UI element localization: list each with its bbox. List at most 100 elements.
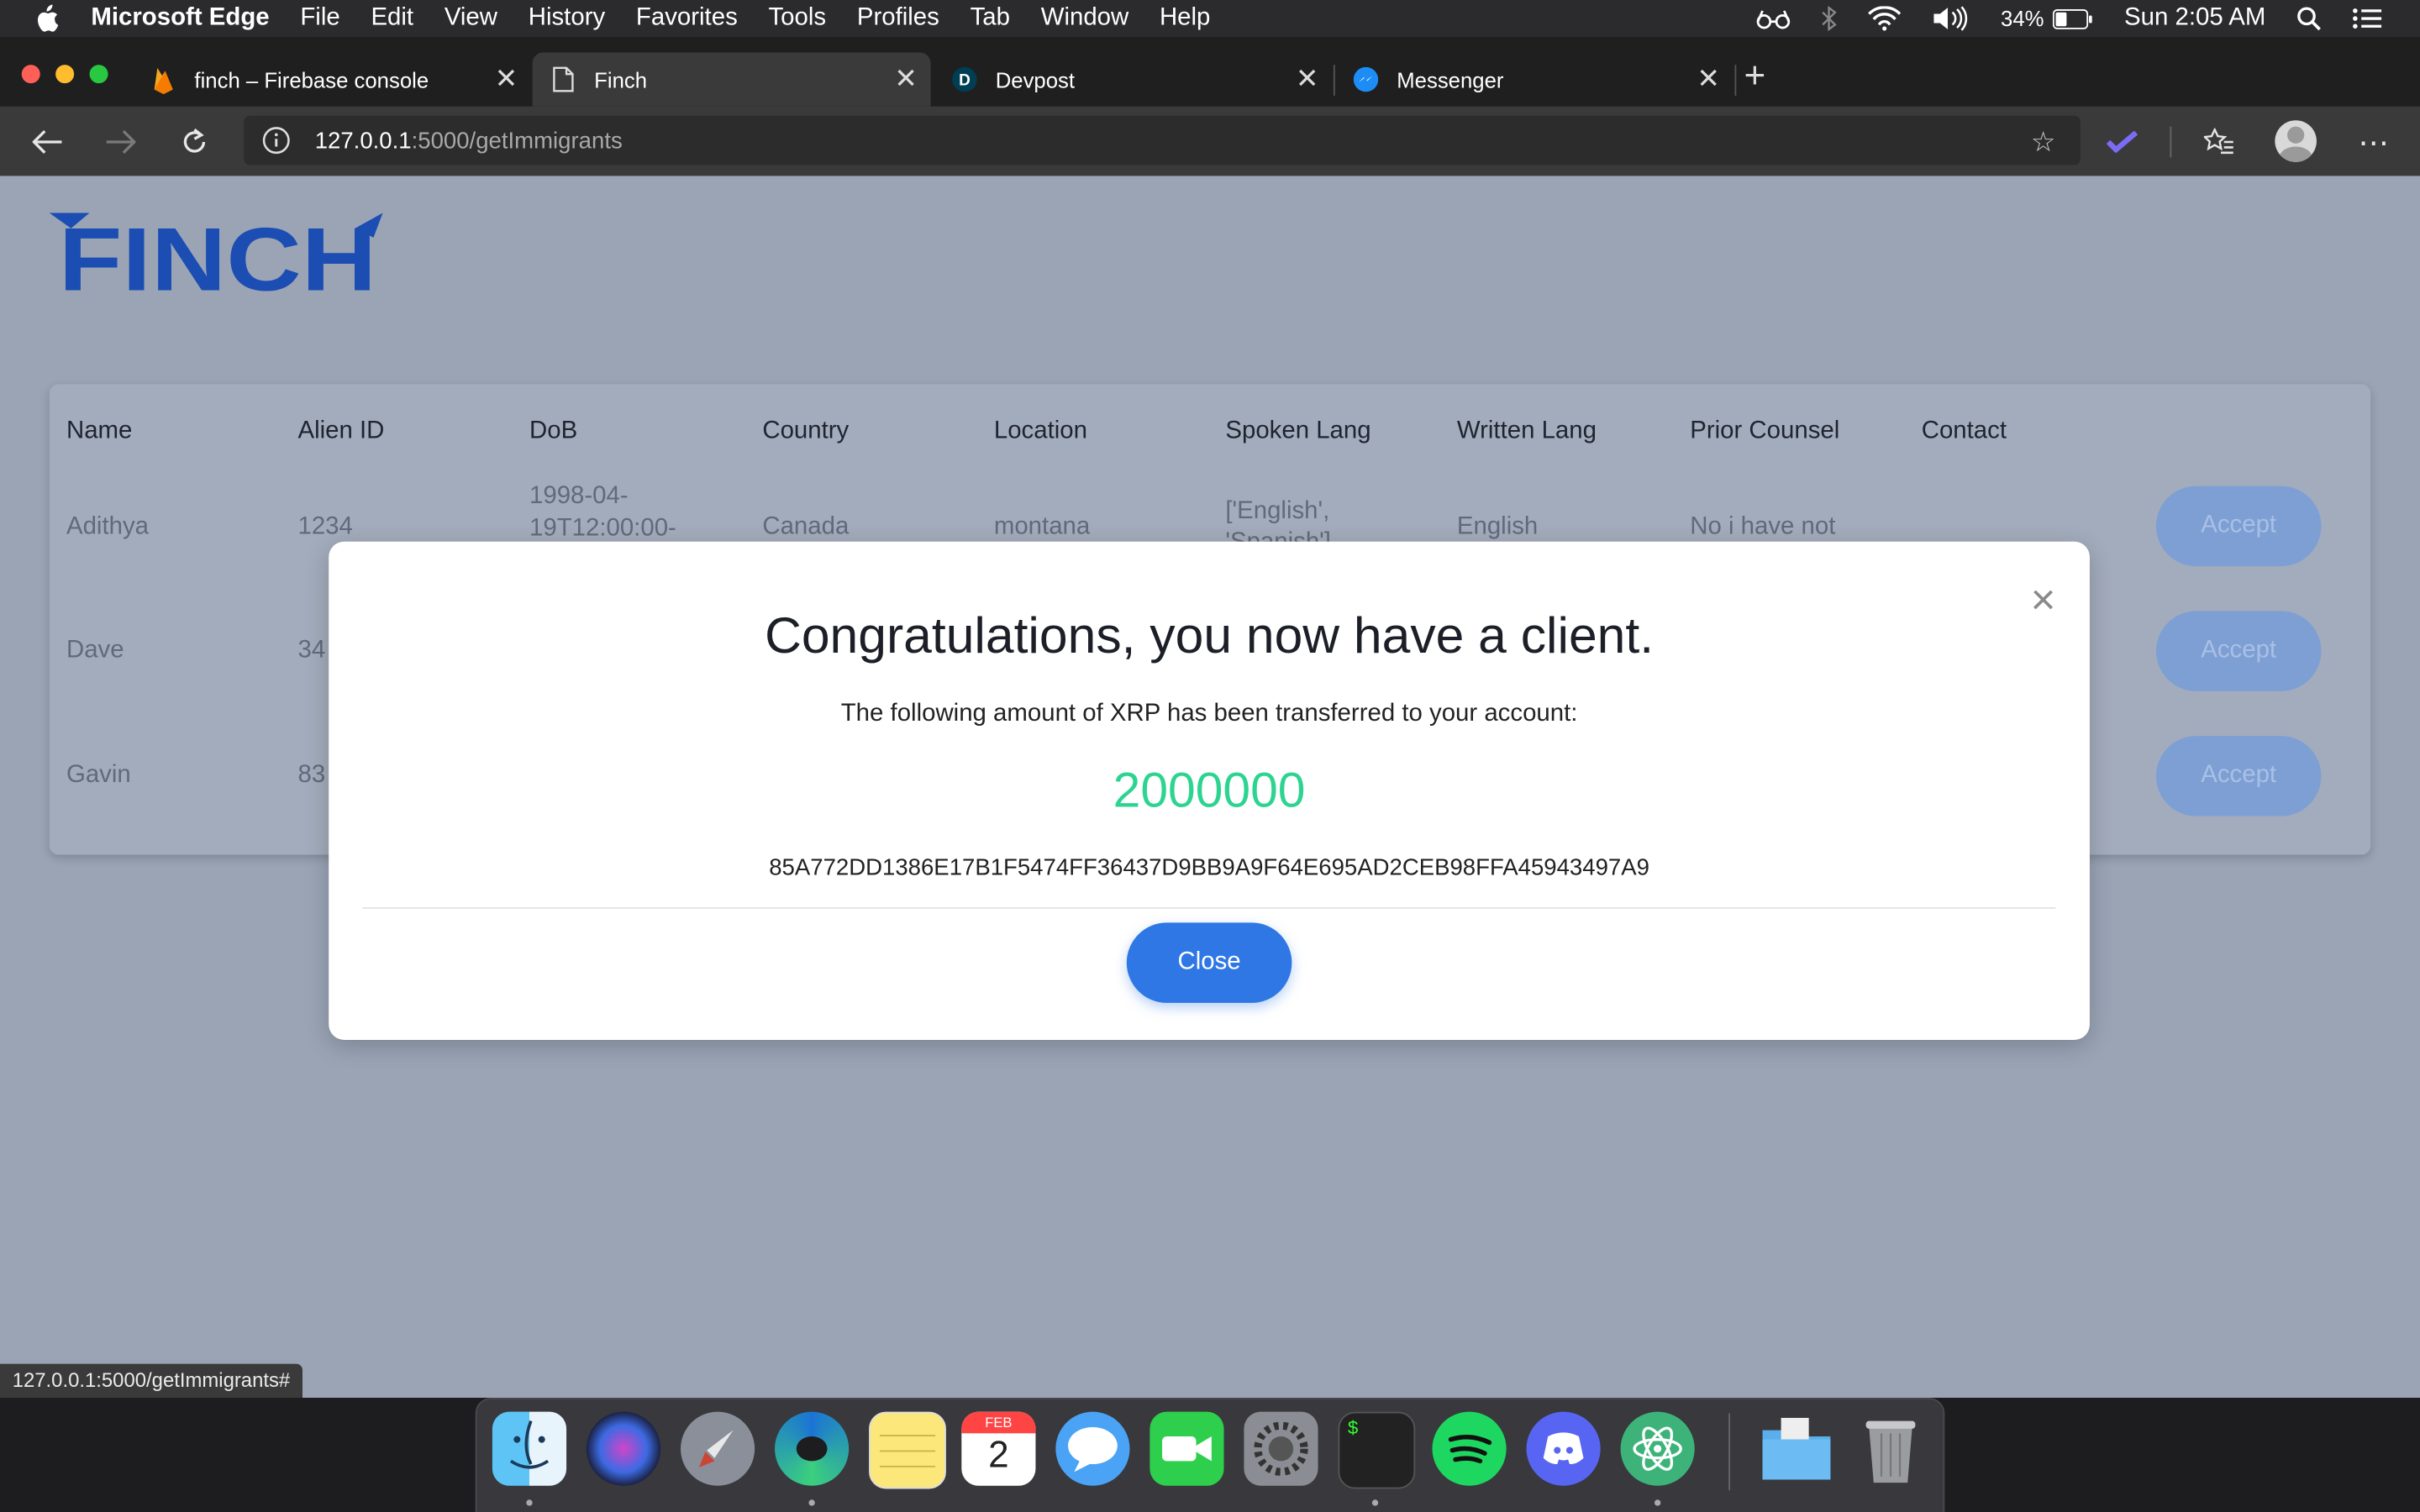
menu-help[interactable]: Help — [1160, 5, 1210, 33]
column-header-alien-id: Alien ID — [297, 417, 385, 444]
more-menu-icon[interactable]: ⋯ — [2354, 122, 2394, 162]
menu-edit[interactable]: Edit — [371, 5, 413, 33]
cell-dob-line1: 1998-04- — [529, 482, 629, 510]
close-button[interactable]: Close — [1126, 922, 1292, 1003]
window-close-button[interactable] — [21, 65, 40, 84]
dock-divider — [1728, 1413, 1730, 1491]
menu-profiles[interactable]: Profiles — [857, 5, 939, 33]
new-tab-plus-icon[interactable]: + — [1744, 58, 1766, 96]
battery-icon[interactable] — [2053, 8, 2094, 29]
url-host: 127.0.0.1 — [314, 127, 412, 154]
apple-icon[interactable] — [34, 4, 59, 33]
window-minimize-button[interactable] — [55, 65, 75, 84]
menu-favorites[interactable]: Favorites — [636, 5, 738, 33]
system-preferences-icon[interactable] — [1244, 1411, 1318, 1486]
cell-name: Dave — [66, 637, 124, 664]
accept-button[interactable]: Accept — [2155, 486, 2322, 567]
spotify-icon[interactable] — [1432, 1411, 1507, 1486]
menu-view[interactable]: View — [445, 5, 497, 33]
finder-icon[interactable] — [492, 1411, 567, 1486]
modal-title: Congratulations, you now have a client. — [765, 606, 1655, 664]
menu-history[interactable]: History — [529, 5, 605, 33]
cell-country: Canada — [762, 513, 850, 540]
refresh-icon[interactable] — [175, 122, 215, 162]
launchpad-icon[interactable] — [681, 1411, 755, 1486]
tab-close-icon[interactable]: ✕ — [893, 63, 918, 96]
address-bar[interactable]: 127.0.0.1:5000/getImmigrants ☆ — [244, 115, 2081, 165]
modal-subtitle: The following amount of XRP has been tra… — [840, 700, 1578, 727]
menu-file[interactable]: File — [300, 5, 339, 33]
url-path: :5000/getImmigrants — [411, 127, 623, 154]
link-status-bar: 127.0.0.1:5000/getImmigrants# — [0, 1363, 302, 1399]
column-header-dob: DoB — [529, 417, 578, 444]
atom-icon[interactable] — [1620, 1411, 1695, 1486]
terminal-icon[interactable]: $ — [1338, 1411, 1416, 1489]
edge-icon[interactable] — [775, 1411, 850, 1486]
downloads-folder-icon[interactable] — [1760, 1412, 1833, 1486]
running-indicator — [1371, 1499, 1379, 1506]
favorite-star-icon[interactable]: ☆ — [2031, 127, 2056, 160]
menu-tools[interactable]: Tools — [768, 5, 826, 33]
column-header-location: Location — [993, 417, 1087, 444]
tab-title: finch – Firebase console — [194, 66, 429, 92]
column-header-contact: Contact — [1921, 417, 2007, 444]
cell-alien-id: 1234 — [297, 513, 353, 540]
transaction-hash: 85A772DD1386E17B1F5474FF36437D9BB9A9F64E… — [769, 854, 1649, 881]
calendar-month: FEB — [961, 1411, 1036, 1434]
messenger-icon — [1353, 66, 1379, 92]
tab-title: Messenger — [1397, 66, 1504, 92]
trash-icon[interactable] — [1854, 1412, 1928, 1486]
notification-center-icon[interactable] — [2352, 6, 2383, 30]
cell-prior-counsel: No i have not — [1690, 513, 1836, 540]
favorites-collection-icon[interactable] — [2199, 122, 2239, 162]
wifi-icon[interactable] — [1868, 6, 1902, 31]
tab-close-icon[interactable]: ✕ — [1295, 63, 1319, 96]
siri-icon[interactable] — [586, 1411, 661, 1486]
spotlight-search-icon[interactable] — [2296, 6, 2321, 31]
facetime-icon[interactable] — [1150, 1411, 1224, 1486]
logo-text: FINCH — [59, 210, 376, 297]
menu-window[interactable]: Window — [1041, 5, 1129, 33]
cell-dob-line2: 19T12:00:00- — [529, 515, 676, 542]
discord-icon[interactable] — [1526, 1411, 1601, 1486]
clock[interactable]: Sun 2:05 AM — [2124, 5, 2265, 33]
tab-messenger[interactable]: Messenger ✕ — [1335, 52, 1733, 106]
running-indicator — [808, 1499, 815, 1506]
accept-button[interactable]: Accept — [2155, 736, 2322, 816]
mac-menu-bar: Microsoft Edge File Edit View History Fa… — [0, 0, 2420, 38]
devpost-icon: D — [952, 66, 977, 92]
tab-divider — [1734, 65, 1737, 96]
cell-name: Adithya — [66, 513, 150, 540]
site-info-icon[interactable] — [262, 127, 290, 155]
menu-tab[interactable]: Tab — [971, 5, 1010, 33]
notes-icon[interactable] — [869, 1411, 946, 1489]
tab-close-icon[interactable]: ✕ — [1697, 63, 1721, 96]
page-icon — [551, 66, 576, 92]
cell-alien-id: 34 — [297, 637, 326, 664]
accept-button[interactable]: Accept — [2155, 611, 2322, 691]
messages-icon[interactable] — [1055, 1411, 1130, 1486]
tab-strip: finch – Firebase console ✕ Finch ✕ D Dev… — [0, 37, 2420, 107]
reader-glasses-icon[interactable] — [1757, 8, 1791, 29]
app-name-menu[interactable]: Microsoft Edge — [91, 5, 269, 33]
cell-name: Gavin — [66, 762, 131, 789]
tab-title: Devpost — [995, 66, 1076, 92]
column-header-spoken-lang: Spoken Lang — [1225, 417, 1371, 444]
bluetooth-icon[interactable] — [1822, 6, 1838, 31]
calendar-day: 2 — [988, 1435, 1009, 1477]
extension-check-icon[interactable] — [2102, 122, 2143, 162]
tab-close-icon[interactable]: ✕ — [494, 63, 518, 96]
tab-finch[interactable]: Finch ✕ — [532, 52, 931, 107]
calendar-icon[interactable]: FEB 2 — [961, 1411, 1036, 1486]
tab-devpost[interactable]: D Devpost ✕ — [934, 52, 1332, 106]
tab-firebase-console[interactable]: finch – Firebase console ✕ — [133, 52, 531, 106]
battery-percent: 34% — [2001, 6, 2044, 31]
window-zoom-button[interactable] — [89, 65, 108, 84]
volume-icon[interactable] — [1933, 6, 1970, 31]
cell-alien-id: 83 — [297, 762, 326, 789]
forward-arrow-icon[interactable] — [100, 122, 140, 162]
profile-avatar-icon[interactable] — [2275, 120, 2317, 162]
back-arrow-icon[interactable] — [28, 122, 68, 162]
column-header-name: Name — [66, 417, 133, 444]
transfer-success-modal: × Congratulations, you now have a client… — [329, 541, 2090, 1040]
